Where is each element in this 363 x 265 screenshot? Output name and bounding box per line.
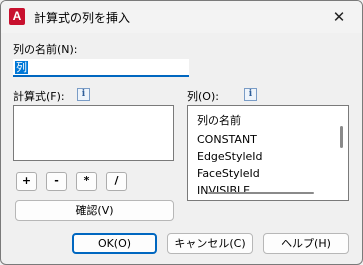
help-button[interactable]: ヘルプ(H): [263, 233, 349, 254]
formula-info-icon[interactable]: i: [77, 88, 90, 101]
multiply-operator-button[interactable]: *: [76, 172, 97, 191]
column-name-value: 列: [15, 61, 28, 74]
minus-operator-button[interactable]: -: [46, 172, 67, 191]
list-item[interactable]: 列の名前: [197, 112, 241, 128]
insert-formula-column-dialog: A 計算式の列を挿入 ✕ 列の名前(N): 列 計算式(F): i + - * …: [0, 0, 363, 265]
cancel-button[interactable]: キャンセル(C): [167, 233, 253, 254]
close-icon: ✕: [332, 8, 346, 26]
list-item[interactable]: FaceStyleId: [197, 167, 260, 180]
column-name-label: 列の名前(N):: [13, 43, 78, 56]
list-item[interactable]: EdgeStyleId: [197, 150, 263, 163]
divide-operator-button[interactable]: /: [106, 172, 127, 191]
formula-textarea[interactable]: [13, 105, 174, 161]
dialog-title: 計算式の列を挿入: [34, 11, 131, 25]
close-button[interactable]: ✕: [316, 1, 362, 33]
column-name-input[interactable]: 列: [13, 59, 189, 77]
vertical-scrollbar[interactable]: [340, 126, 343, 148]
plus-operator-button[interactable]: +: [16, 172, 37, 191]
ok-button[interactable]: OK(O): [72, 233, 157, 254]
columns-list[interactable]: 列の名前 CONSTANT EdgeStyleId FaceStyleId IN…: [187, 105, 349, 201]
list-item[interactable]: INVISIBLE: [197, 184, 250, 197]
verify-button[interactable]: 確認(V): [15, 200, 174, 221]
title-bar: A 計算式の列を挿入 ✕: [1, 1, 362, 33]
columns-label: 列(O):: [187, 90, 219, 103]
list-item[interactable]: CONSTANT: [197, 133, 257, 146]
formula-label: 計算式(F):: [13, 90, 65, 103]
autocad-logo-icon: A: [9, 8, 25, 25]
horizontal-scrollbar[interactable]: [208, 192, 314, 194]
columns-info-icon[interactable]: i: [244, 88, 257, 101]
